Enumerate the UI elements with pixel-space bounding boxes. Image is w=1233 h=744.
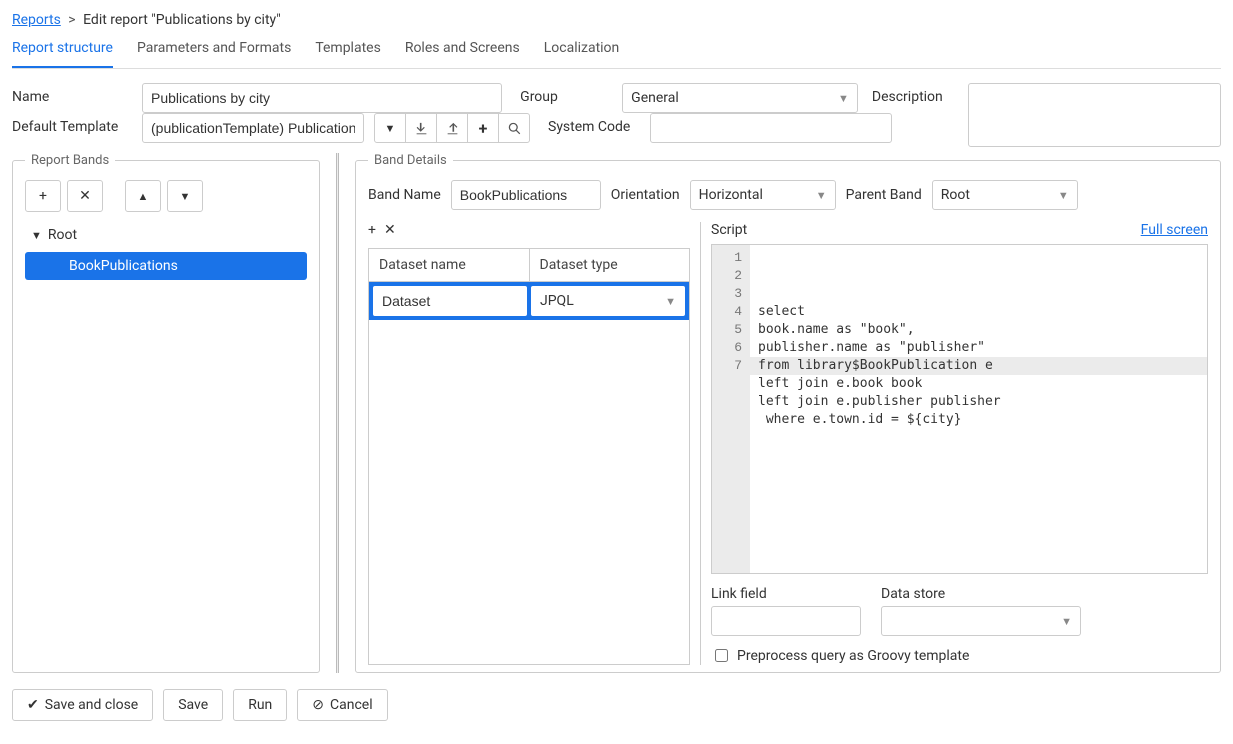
vertical-divider[interactable] bbox=[336, 153, 339, 673]
orientation-label: Orientation bbox=[611, 187, 680, 203]
group-label: Group bbox=[520, 83, 612, 105]
tab-templates[interactable]: Templates bbox=[315, 34, 381, 68]
chevron-down-icon: ▼ bbox=[816, 189, 827, 202]
script-label: Script bbox=[711, 222, 747, 238]
description-label: Description bbox=[872, 83, 958, 105]
breadcrumb: Reports > Edit report "Publications by c… bbox=[12, 12, 1221, 28]
name-input[interactable] bbox=[142, 83, 502, 113]
save-button[interactable]: Save bbox=[163, 689, 223, 721]
run-label: Run bbox=[248, 697, 272, 713]
search-icon[interactable] bbox=[498, 113, 530, 143]
tab-parameters-formats[interactable]: Parameters and Formats bbox=[137, 34, 291, 68]
breadcrumb-reports-link[interactable]: Reports bbox=[12, 12, 61, 28]
tabs: Report structure Parameters and Formats … bbox=[12, 34, 1221, 69]
script-editor[interactable]: 1 2 3 4 5 6 7 select book.name as "book"… bbox=[711, 244, 1208, 574]
remove-band-button[interactable]: ✕ bbox=[67, 180, 103, 212]
tree-root-label: Root bbox=[48, 227, 77, 243]
preprocess-checkbox[interactable] bbox=[715, 649, 728, 662]
cancel-button[interactable]: ⊘ Cancel bbox=[297, 689, 387, 721]
data-store-label: Data store bbox=[881, 586, 1081, 602]
link-field-input[interactable] bbox=[711, 606, 861, 636]
bands-tree: ▼ Root BookPublications bbox=[25, 222, 307, 280]
remove-dataset-button[interactable]: ✕ bbox=[384, 222, 396, 238]
tree-item-bookpublications[interactable]: BookPublications bbox=[25, 252, 307, 280]
default-template-input[interactable] bbox=[142, 113, 364, 143]
dataset-type-value: JPQL bbox=[540, 293, 574, 309]
editor-gutter: 1 2 3 4 5 6 7 bbox=[712, 245, 750, 573]
dataset-name-cell-input[interactable] bbox=[373, 286, 527, 316]
name-label: Name bbox=[12, 83, 132, 105]
add-icon[interactable]: + bbox=[467, 113, 499, 143]
dataset-type-cell-select[interactable]: JPQL ▼ bbox=[531, 286, 685, 316]
editor-code[interactable]: select book.name as "book", publisher.na… bbox=[750, 245, 1207, 573]
parent-band-value: Root bbox=[941, 187, 970, 203]
breadcrumb-current: Edit report "Publications by city" bbox=[83, 12, 281, 28]
save-and-close-label: Save and close bbox=[45, 697, 139, 713]
add-band-button[interactable]: + bbox=[25, 180, 61, 212]
run-button[interactable]: Run bbox=[233, 689, 287, 721]
check-icon: ✔ bbox=[27, 697, 39, 713]
report-bands-panel: Report Bands + ✕ ▲ ▼ ▼ Root BookPublicat… bbox=[12, 153, 320, 673]
preprocess-label: Preprocess query as Groovy template bbox=[737, 648, 969, 664]
description-textarea[interactable] bbox=[968, 83, 1221, 147]
tab-localization[interactable]: Localization bbox=[544, 34, 620, 68]
chevron-down-icon: ▼ bbox=[838, 92, 849, 105]
report-bands-legend: Report Bands bbox=[25, 153, 115, 168]
tab-report-structure[interactable]: Report structure bbox=[12, 34, 113, 68]
triangle-down-icon: ▼ bbox=[31, 229, 42, 242]
template-dropdown-button[interactable]: ▼ bbox=[374, 113, 406, 143]
orientation-select[interactable]: Horizontal ▼ bbox=[690, 180, 836, 210]
download-icon[interactable] bbox=[405, 113, 437, 143]
dataset-row[interactable]: JPQL ▼ bbox=[369, 282, 689, 320]
add-dataset-button[interactable]: + bbox=[368, 222, 376, 238]
default-template-label: Default Template bbox=[12, 113, 132, 135]
band-name-input[interactable] bbox=[451, 180, 601, 210]
chevron-down-icon: ▼ bbox=[1061, 615, 1072, 628]
chevron-down-icon: ▼ bbox=[665, 295, 676, 308]
full-screen-link[interactable]: Full screen bbox=[1141, 222, 1208, 238]
chevron-down-icon: ▼ bbox=[1058, 189, 1069, 202]
tab-roles-screens[interactable]: Roles and Screens bbox=[405, 34, 520, 68]
cancel-label: Cancel bbox=[330, 697, 373, 713]
group-select[interactable]: General ▼ bbox=[622, 83, 858, 113]
band-name-label: Band Name bbox=[368, 187, 441, 203]
band-details-panel: Band Details Band Name Orientation Horiz… bbox=[355, 153, 1221, 673]
dataset-type-header: Dataset type bbox=[530, 249, 690, 281]
move-up-button[interactable]: ▲ bbox=[125, 180, 161, 212]
upload-icon[interactable] bbox=[436, 113, 468, 143]
move-down-button[interactable]: ▼ bbox=[167, 180, 203, 212]
parent-band-label: Parent Band bbox=[846, 187, 922, 203]
dataset-table: Dataset name Dataset type JPQL ▼ bbox=[368, 248, 690, 665]
group-select-value: General bbox=[631, 90, 679, 106]
cancel-icon: ⊘ bbox=[312, 697, 324, 713]
parent-band-select[interactable]: Root ▼ bbox=[932, 180, 1078, 210]
band-details-legend: Band Details bbox=[368, 153, 453, 168]
data-store-select[interactable]: ▼ bbox=[881, 606, 1081, 636]
dataset-name-header: Dataset name bbox=[369, 249, 530, 281]
tree-root-node[interactable]: ▼ Root bbox=[25, 222, 307, 248]
system-code-input[interactable] bbox=[650, 113, 892, 143]
system-code-label: System Code bbox=[548, 113, 640, 135]
link-field-label: Link field bbox=[711, 586, 861, 602]
save-label: Save bbox=[178, 697, 208, 713]
template-buttonset: ▼ + bbox=[374, 113, 530, 143]
save-and-close-button[interactable]: ✔ Save and close bbox=[12, 689, 153, 721]
orientation-value: Horizontal bbox=[699, 187, 763, 203]
